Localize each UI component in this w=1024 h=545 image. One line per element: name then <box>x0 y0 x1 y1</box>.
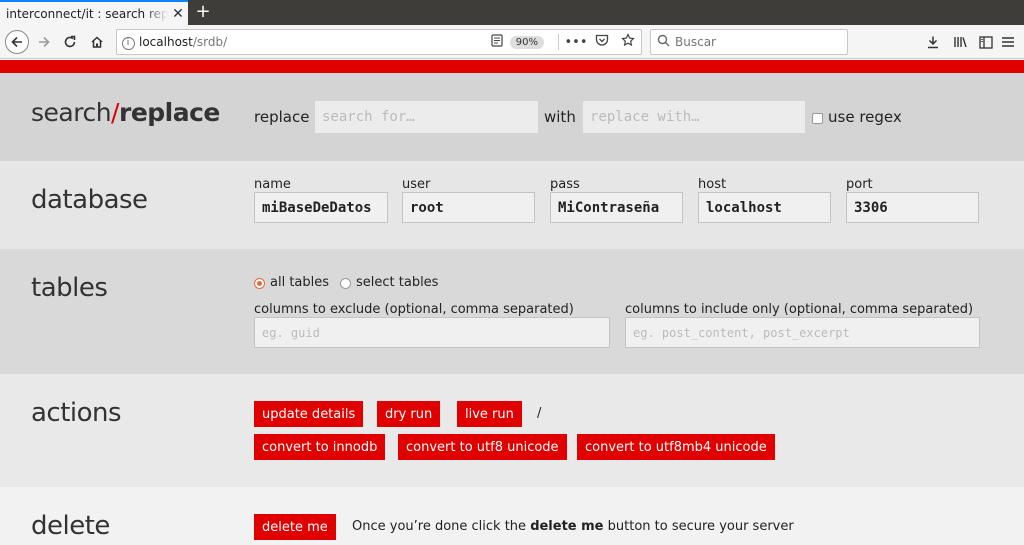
back-icon[interactable] <box>5 30 29 54</box>
name-label: name <box>254 177 291 192</box>
pass-label: pass <box>550 177 580 192</box>
exclude-columns-input[interactable] <box>254 317 610 348</box>
reload-icon[interactable] <box>58 30 82 54</box>
convert-innodb-button[interactable]: convert to innodb <box>254 434 386 460</box>
include-columns-input[interactable] <box>625 317 980 348</box>
delete-me-button[interactable]: delete me <box>254 514 336 540</box>
download-icon[interactable] <box>921 30 945 54</box>
user-label: user <box>402 177 431 192</box>
all-tables-label: all tables <box>270 275 330 290</box>
more-icon[interactable]: ••• <box>563 35 589 50</box>
new-tab-button[interactable]: + <box>192 1 214 23</box>
delete-message-end: button to secure your server <box>603 519 794 534</box>
use-regex-label: use regex <box>828 108 902 126</box>
select-tables-label: select tables <box>356 275 439 290</box>
live-run-button[interactable]: live run <box>457 401 522 427</box>
convert-utf8mb4-button[interactable]: convert to utf8mb4 unicode <box>577 434 775 460</box>
address-bar[interactable]: i localhost/srdb/ 90% ••• <box>116 29 642 55</box>
search-icon <box>651 34 675 51</box>
search-replace-section: search/replace replace with use regex <box>0 73 1024 161</box>
browser-tab[interactable]: interconnect/it : search replace d ✕ <box>0 0 188 25</box>
tab-title: interconnect/it : search replace d <box>6 6 168 21</box>
db-user-field[interactable] <box>402 192 535 223</box>
logo-replace: replace <box>118 98 220 127</box>
tables-section: tables all tables select tables columns … <box>0 249 1024 374</box>
db-name-field[interactable] <box>254 192 388 223</box>
actions-separator: / <box>537 406 542 421</box>
update-details-button[interactable]: update details <box>254 401 364 427</box>
host-label: host <box>698 177 727 192</box>
db-pass-field[interactable] <box>550 192 683 223</box>
tab-bar: interconnect/it : search replace d ✕ + <box>0 0 1024 25</box>
info-icon[interactable]: i <box>117 35 139 50</box>
delete-title: delete <box>31 511 110 541</box>
home-icon[interactable] <box>85 30 109 54</box>
exclude-columns-label: columns to exclude (optional, comma sepa… <box>254 302 574 317</box>
search-input[interactable] <box>675 35 835 49</box>
menu-icon[interactable] <box>996 30 1020 54</box>
delete-section: delete delete me Once you’re done click … <box>0 487 1024 545</box>
actions-title: actions <box>31 398 122 428</box>
replace-label: replace <box>254 108 310 126</box>
sidebar-icon[interactable] <box>974 30 998 54</box>
header-stripe <box>0 60 1024 73</box>
reader-icon[interactable] <box>484 34 510 50</box>
bookmark-star-icon[interactable] <box>615 33 641 51</box>
app-logo: search/replace <box>31 98 220 127</box>
search-bar[interactable] <box>650 29 848 55</box>
db-port-field[interactable] <box>846 192 979 223</box>
port-label: port <box>846 177 873 192</box>
search-for-input[interactable] <box>314 100 539 134</box>
use-regex-checkbox[interactable] <box>812 113 823 124</box>
divider <box>558 34 559 50</box>
db-host-field[interactable] <box>698 192 831 223</box>
delete-message: Once you’re done click the delete me but… <box>352 519 794 534</box>
actions-section: actions update details dry run live run … <box>0 374 1024 487</box>
select-tables-radio[interactable] <box>340 278 351 289</box>
include-columns-label: columns to include only (optional, comma… <box>625 302 974 317</box>
library-icon[interactable] <box>948 30 972 54</box>
url-host: localhost <box>139 35 193 49</box>
replace-with-input[interactable] <box>582 100 806 134</box>
convert-utf8-button[interactable]: convert to utf8 unicode <box>398 434 567 460</box>
delete-message-start: Once you’re done click the <box>352 519 531 534</box>
database-section: database name user pass host port <box>0 161 1024 249</box>
logo-slash: / <box>111 98 119 127</box>
nav-bar: i localhost/srdb/ 90% ••• <box>0 25 1024 59</box>
zoom-level[interactable]: 90% <box>509 35 544 49</box>
forward-icon[interactable] <box>32 30 56 54</box>
pocket-icon[interactable] <box>589 34 615 51</box>
delete-message-bold: delete me <box>530 519 604 534</box>
url-path: /srdb/ <box>192 35 228 49</box>
with-label: with <box>544 108 576 126</box>
logo-search: search <box>31 98 112 127</box>
all-tables-radio[interactable] <box>254 278 265 289</box>
database-title: database <box>31 185 148 215</box>
close-icon[interactable]: ✕ <box>168 6 188 22</box>
dry-run-button[interactable]: dry run <box>377 401 441 427</box>
tables-title: tables <box>31 273 108 303</box>
